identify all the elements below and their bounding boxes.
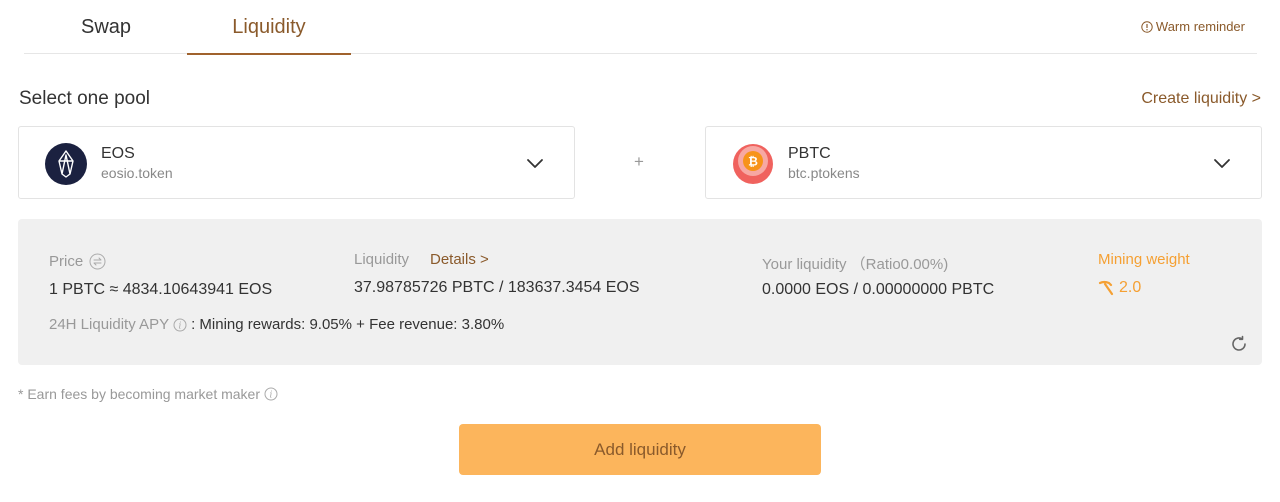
tab-swap[interactable]: Swap (24, 0, 188, 54)
liquidity-label: Liquidity (354, 251, 410, 268)
add-liquidity-button[interactable]: Add liquidity (459, 424, 821, 475)
token-b-contract: btc.ptokens (788, 165, 860, 181)
info-italic-icon[interactable]: i (264, 387, 278, 401)
token-a-selector[interactable]: EOS eosio.token (18, 126, 575, 199)
refresh-icon[interactable] (1230, 335, 1248, 353)
svg-text:i: i (270, 391, 273, 401)
apy-value: : Mining rewards: 9.05% + Fee revenue: 3… (191, 316, 505, 333)
svg-text:i: i (179, 321, 182, 331)
warm-reminder-link[interactable]: Warm reminder (1141, 19, 1245, 34)
tab-liquidity[interactable]: Liquidity (187, 0, 351, 55)
plus-sign: + (634, 152, 644, 171)
market-maker-note: * Earn fees by becoming market maker i (18, 386, 278, 402)
swap-direction-icon[interactable] (89, 253, 106, 270)
your-liquidity-value: 0.0000 EOS / 0.00000000 PBTC (762, 281, 995, 298)
token-b-name: PBTC (788, 145, 831, 162)
chevron-down-icon (527, 159, 543, 168)
mining-weight-label: Mining weight (1098, 251, 1190, 268)
chevron-down-icon (1214, 159, 1230, 168)
create-liquidity-link[interactable]: Create liquidity > (1141, 90, 1261, 108)
price-label: Price (49, 253, 84, 270)
token-a-name: EOS (101, 145, 135, 162)
warm-reminder-label: Warm reminder (1155, 19, 1245, 34)
apy-row: 24H Liquidity APY i : Mining rewards: 9.… (49, 316, 504, 333)
pickaxe-icon (1098, 280, 1114, 296)
price-value: 1 PBTC ≈ 4834.10643941 EOS (49, 281, 273, 298)
info-italic-icon[interactable]: i (173, 318, 187, 332)
pbtc-logo-icon: ₿ (733, 144, 773, 184)
note-text: * Earn fees by becoming market maker (18, 386, 260, 402)
mining-weight-value: 2.0 (1119, 279, 1142, 296)
token-b-selector[interactable]: ₿ PBTC btc.ptokens (705, 126, 1262, 199)
mining-weight-group: 2.0 (1098, 279, 1141, 297)
price-label-group: Price (49, 253, 106, 270)
svg-text:₿: ₿ (748, 155, 758, 169)
your-liquidity-label: Your liquidity （Ratio0.00%) (762, 256, 949, 273)
liquidity-value: 37.98785726 PBTC / 183637.3454 EOS (354, 279, 640, 296)
eos-logo-icon (45, 143, 87, 185)
token-a-contract: eosio.token (101, 165, 173, 181)
apy-label: 24H Liquidity APY (49, 316, 170, 333)
tab-bar: Swap Liquidity Warm reminder (24, 0, 1257, 55)
details-link[interactable]: Details > (430, 251, 489, 268)
pool-title: Select one pool (19, 88, 150, 109)
pool-info-panel: Price 1 PBTC ≈ 4834.10643941 EOS Liquidi… (18, 219, 1262, 365)
info-circle-icon (1141, 20, 1153, 33)
